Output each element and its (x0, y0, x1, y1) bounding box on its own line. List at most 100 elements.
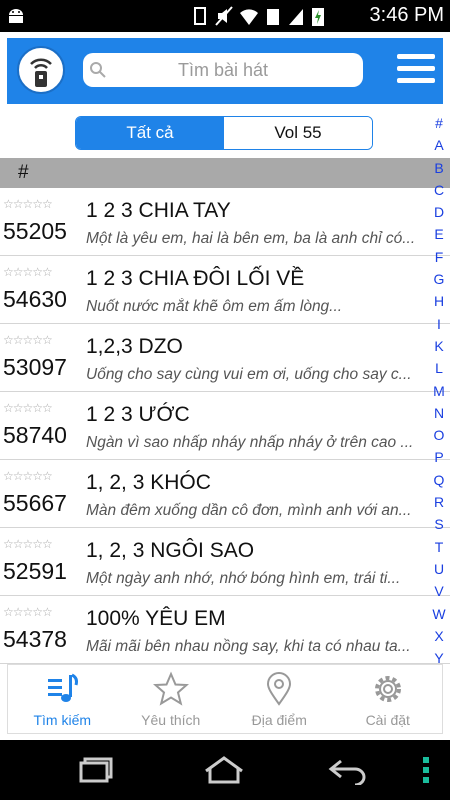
recent-apps-icon[interactable] (75, 755, 123, 785)
segment-vol[interactable]: Vol 55 (224, 117, 372, 149)
vibrate-icon (194, 7, 206, 25)
song-lyric: Mãi mãi bên nhau nồng say, khi ta có nha… (86, 638, 411, 655)
filter-segmented-control: Tất cả Vol 55 (75, 116, 373, 150)
song-code: 54630 (3, 286, 67, 312)
song-title: 1 2 3 ƯỚC (86, 403, 190, 426)
index-letter[interactable]: H (431, 290, 447, 312)
song-lyric: Một ngày anh nhớ, nhớ bóng hình em, trái… (86, 570, 401, 587)
song-title: 1 2 3 CHIA ĐÔI LỐI VỀ (86, 267, 305, 290)
song-code: 54378 (3, 626, 67, 652)
rating-stars[interactable]: ☆☆☆☆☆ (3, 401, 53, 415)
wifi-icon (240, 9, 258, 25)
tab-location[interactable]: Địa điểm (225, 665, 334, 733)
mute-icon (215, 6, 233, 26)
rating-stars[interactable]: ☆☆☆☆☆ (3, 469, 53, 483)
song-title: 1, 2, 3 KHÓC (86, 471, 211, 494)
menu-line (397, 54, 435, 59)
song-row[interactable]: ☆☆☆☆☆ 52591 1, 2, 3 NGÔI SAO Một ngày an… (0, 528, 450, 596)
menu-button[interactable] (397, 54, 435, 88)
song-title: 1, 2, 3 NGÔI SAO (86, 539, 255, 562)
remote-wifi-icon (30, 58, 52, 87)
tab-settings[interactable]: Cài đặt (334, 665, 443, 733)
song-lyric: Nuốt nước mắt khẽ ôm em ấm lòng... (86, 298, 343, 315)
index-letter[interactable]: E (431, 223, 447, 245)
search-input[interactable]: Tìm bài hát (83, 60, 363, 81)
index-letter[interactable]: K (431, 335, 447, 357)
tab-favorites[interactable]: Yêu thích (117, 665, 226, 733)
song-row[interactable]: ☆☆☆☆☆ 58740 1 2 3 ƯỚC Ngàn vì sao nhấp n… (0, 392, 450, 460)
index-letter[interactable]: U (431, 558, 447, 580)
index-letter[interactable]: F (431, 246, 447, 268)
index-letter[interactable]: C (431, 179, 447, 201)
tab-label: Địa điểm (251, 712, 307, 728)
index-letter[interactable]: A (431, 134, 447, 156)
tab-label: Cài đặt (365, 712, 410, 728)
menu-line (397, 66, 435, 71)
index-letter[interactable]: W (431, 603, 447, 625)
music-list-icon (48, 673, 79, 702)
section-header-label: # (18, 162, 29, 183)
song-row[interactable]: ☆☆☆☆☆ 55667 1, 2, 3 KHÓC Màn đêm xuống d… (0, 460, 450, 528)
rating-stars[interactable]: ☆☆☆☆☆ (3, 333, 53, 347)
tab-label: Tìm kiếm (33, 712, 92, 728)
song-row[interactable]: ☆☆☆☆☆ 54378 100% YÊU EM Mãi mãi bên nhau… (0, 596, 450, 664)
song-code: 55667 (3, 490, 67, 516)
song-lyric: Ngàn vì sao nhấp nháy nhấp nháy ở trên c… (86, 434, 414, 451)
index-letter[interactable]: O (431, 424, 447, 446)
song-title: 1 2 3 CHIA TAY (86, 199, 231, 222)
search-box[interactable]: Tìm bài hát (83, 53, 363, 87)
song-row[interactable]: ☆☆☆☆☆ 53097 1,2,3 DZO Uống cho say cùng … (0, 324, 450, 392)
index-letter[interactable]: Q (431, 469, 447, 491)
menu-line (397, 78, 435, 83)
battery-charging-icon (312, 8, 324, 26)
rating-stars[interactable]: ☆☆☆☆☆ (3, 537, 53, 551)
song-title: 100% YÊU EM (86, 607, 226, 630)
song-code: 52591 (3, 558, 67, 584)
sim-icon (267, 9, 279, 25)
index-letter[interactable]: X (431, 625, 447, 647)
index-letter[interactable]: S (431, 513, 447, 535)
index-letter[interactable]: T (431, 536, 447, 558)
system-nav-bar (0, 740, 450, 800)
index-letter[interactable]: I (431, 313, 447, 335)
index-letter[interactable]: M (431, 380, 447, 402)
song-code: 53097 (3, 354, 67, 380)
tab-label: Yêu thích (141, 712, 201, 728)
gear-icon (374, 676, 401, 702)
index-letter[interactable]: V (431, 580, 447, 602)
tab-search[interactable]: Tìm kiếm (8, 665, 117, 733)
index-letter[interactable]: D (431, 201, 447, 223)
song-lyric: Màn đêm xuống dần cô đơn, mình anh với a… (86, 502, 412, 519)
index-letter[interactable]: P (431, 446, 447, 468)
signal-icon (289, 9, 303, 25)
android-debug-icon (9, 9, 23, 23)
rating-stars[interactable]: ☆☆☆☆☆ (3, 265, 53, 279)
song-code: 58740 (3, 422, 67, 448)
song-lyric: Một là yêu em, hai là bên em, ba là anh … (86, 230, 416, 247)
index-letter[interactable]: B (431, 157, 447, 179)
song-lyric: Uống cho say cùng vui em ơi, uống cho sa… (86, 366, 412, 383)
home-icon[interactable] (200, 755, 248, 785)
rating-stars[interactable]: ☆☆☆☆☆ (3, 605, 53, 619)
index-letter[interactable]: G (431, 268, 447, 290)
segment-all[interactable]: Tất cả (76, 117, 224, 149)
status-time: 3:46 PM (369, 4, 444, 26)
index-letter[interactable]: L (431, 357, 447, 379)
index-letter[interactable]: N (431, 402, 447, 424)
song-code: 55205 (3, 218, 67, 244)
status-bar: 3:46 PM (0, 0, 450, 32)
overflow-menu-icon[interactable] (416, 755, 436, 785)
app-header: Tìm bài hát (7, 38, 443, 104)
song-title: 1,2,3 DZO (86, 335, 183, 358)
back-icon[interactable] (325, 755, 373, 785)
location-pin-icon (267, 672, 292, 706)
song-row[interactable]: ☆☆☆☆☆ 55205 1 2 3 CHIA TAY Một là yêu em… (0, 188, 450, 256)
bottom-tab-bar: Tìm kiếm Yêu thích Địa điểm Cài đặt (7, 664, 443, 734)
alphabet-index: # A B C D E F G H I K L M N O P Q R S T … (431, 112, 447, 669)
song-row[interactable]: ☆☆☆☆☆ 54630 1 2 3 CHIA ĐÔI LỐI VỀ Nuốt n… (0, 256, 450, 324)
app-logo[interactable] (17, 46, 65, 94)
index-letter[interactable]: # (431, 112, 447, 134)
rating-stars[interactable]: ☆☆☆☆☆ (3, 197, 53, 211)
star-icon (152, 671, 189, 706)
index-letter[interactable]: R (431, 491, 447, 513)
